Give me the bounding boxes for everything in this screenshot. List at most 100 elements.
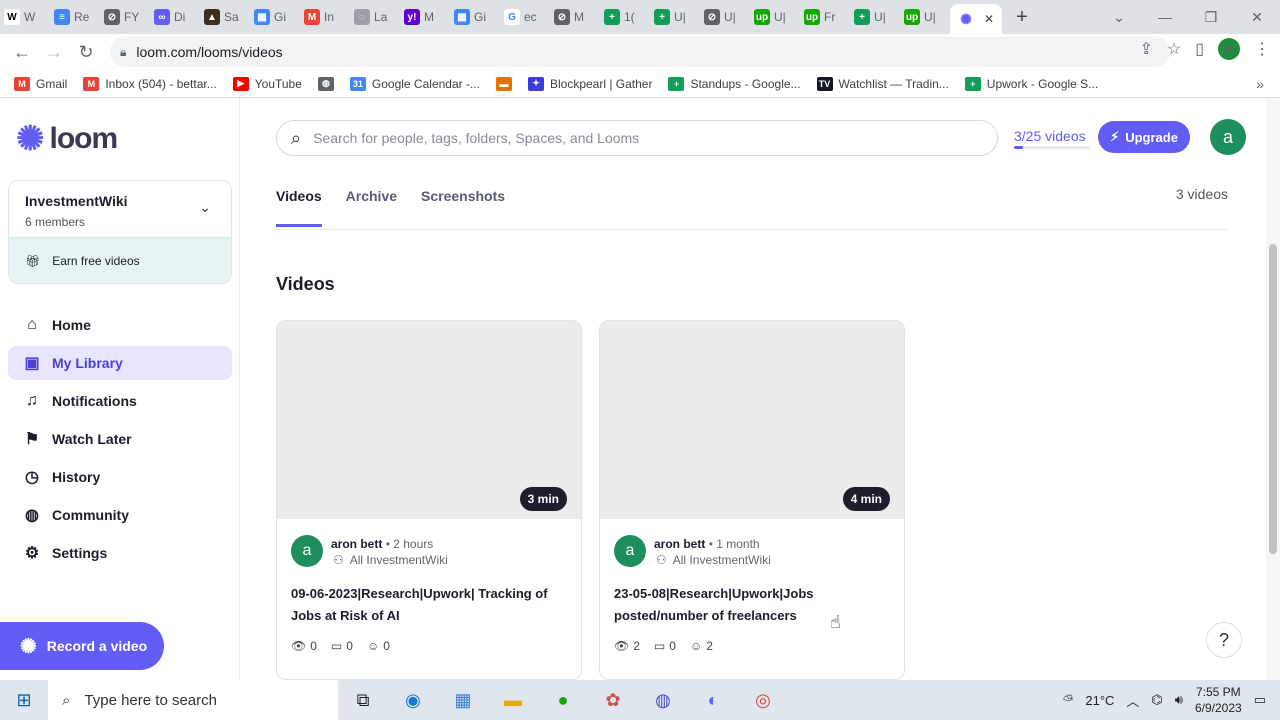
browser-tab[interactable]: up U| [750,0,800,34]
more-bookmarks-icon[interactable]: » [1256,76,1264,92]
store-icon[interactable]: ▦ [438,690,488,711]
browser-tab[interactable]: M In [300,0,350,34]
help-button[interactable]: ? [1206,622,1242,658]
search-bar[interactable]: ⌕ [276,120,998,156]
record-video-button[interactable]: ✺ Record a video [0,622,164,670]
restore-button[interactable]: ❐ [1188,9,1234,26]
browser-tab[interactable]: ∞ Di [150,0,200,34]
bookmark-item[interactable]: M Inbox (504) - bettar... [83,76,217,91]
windows-start-icon[interactable]: ⊞ [0,690,48,711]
temperature[interactable]: 21°C [1085,693,1114,708]
video-space[interactable]: ⚇ All InvestmentWiki [656,553,771,567]
scrollbar-thumb[interactable] [1269,244,1277,554]
video-space[interactable]: ⚇ All InvestmentWiki [333,553,448,567]
browser-tab[interactable]: ⊘ M [550,0,600,34]
side-panel-icon[interactable]: ▯ [1195,39,1204,59]
sidebar-item-home[interactable]: ⌂ Home [8,308,232,342]
forward-button[interactable]: → [38,42,70,63]
task-view-icon[interactable]: ⧉ [338,690,388,711]
tab-archive[interactable]: Archive [346,188,397,227]
tab-screenshots[interactable]: Screenshots [421,188,505,227]
page-scrollbar[interactable] [1266,98,1280,680]
new-tab-button[interactable]: + [1016,6,1028,29]
browser-tab[interactable]: WW [0,0,50,34]
sidebar-item-my-library[interactable]: ▣ My Library [8,346,232,380]
close-window-button[interactable]: ✕ [1234,9,1280,26]
profile-avatar[interactable]: a [1218,38,1240,60]
chevron-down-icon[interactable]: ⌄ [1096,9,1142,26]
earn-free-videos-button[interactable]: 🎁︎ Earn free videos [9,237,231,283]
reload-button[interactable]: ↻ [70,42,102,63]
app-icon-2[interactable]: ◍ [638,690,688,711]
author-name[interactable]: aron bett [331,537,382,551]
video-card[interactable]: 3 min a aron bett • 2 hours ⚇ All Investment… [276,320,582,680]
bookmark-item[interactable]: + Standups - Google... [668,76,801,91]
sidebar-item-label: History [52,469,101,485]
browser-tab[interactable]: up Fr [800,0,850,34]
url-field[interactable]: 🔒︎ loom.com/looms/videos [110,37,1170,67]
browser-tab[interactable]: ▦ Gi [450,0,500,34]
volume-icon[interactable]: 🔊︎ [1175,692,1183,708]
tab-favicon-icon: up [904,9,920,25]
browser-tab-active[interactable]: ✺ ✕ [950,4,1003,34]
video-card[interactable]: 4 min a aron bett • 1 month ⚇ All Investment… [599,320,905,680]
app-icon[interactable]: ✿ [588,690,638,711]
share-icon[interactable]: ⇪ [1139,39,1152,59]
browser-tab[interactable]: + U| [850,0,900,34]
close-tab-icon[interactable]: ✕ [984,12,994,26]
upwork-icon[interactable]: ● [538,690,588,711]
bookmark-star-icon[interactable]: ☆ [1167,39,1181,59]
browser-tab[interactable]: +1( [600,0,650,34]
sidebar-item-community[interactable]: ◍ Community [8,498,232,532]
network-icon[interactable]: ⌬ [1151,692,1162,708]
bookmark-item[interactable]: + Upwork - Google S... [964,76,1098,91]
discord-icon[interactable]: ◐ [688,690,738,711]
browser-tab[interactable]: ≡ Re [50,0,100,34]
chevron-down-icon[interactable]: ⌄ [199,199,211,216]
bookmark-item[interactable]: 31 Google Calendar -... [349,76,480,91]
edge-icon[interactable]: ◉ [388,690,438,711]
bookmark-item[interactable]: ▬ [495,76,512,91]
author-avatar[interactable]: a [291,535,323,567]
bookmark-item[interactable]: TV Watchlist — Tradin... [816,76,949,91]
author-avatar[interactable]: a [614,535,646,567]
upgrade-button[interactable]: ⚡︎ Upgrade [1098,121,1190,153]
browser-tab[interactable]: ◌ La [350,0,400,34]
bookmark-item[interactable]: ▶ YouTube [232,76,302,91]
user-avatar[interactable]: a [1210,119,1246,155]
browser-tab[interactable]: ▲ Sa [200,0,250,34]
browser-tab[interactable]: + U| [650,0,700,34]
chrome-icon[interactable]: ◎ [738,690,788,711]
weather-icon[interactable]: ⛅︎ [1063,692,1073,708]
minimize-button[interactable]: — [1142,9,1188,25]
browser-tab[interactable]: ▦ Gi [250,0,300,34]
back-button[interactable]: ← [6,42,38,63]
bookmark-item[interactable]: M Gmail [14,76,67,91]
loom-logo[interactable]: ✺ loom [16,122,118,156]
notifications-icon[interactable]: ▭ [1254,692,1266,708]
browser-tab[interactable]: y! M [400,0,450,34]
sidebar-item-history[interactable]: ◷ History [8,460,232,494]
views-count: 2 [633,639,640,653]
search-input[interactable] [313,130,914,146]
taskbar-search[interactable]: ⌕ Type here to search [48,680,338,720]
chevron-up-icon[interactable]: ︿ [1126,691,1139,710]
bookmark-item[interactable]: ◍ [317,76,334,91]
bookmark-item[interactable]: ✦ Blockpearl | Gather [527,76,652,91]
sidebar-item-watch-later[interactable]: ⚑ Watch Later [8,422,232,456]
kebab-menu-icon[interactable]: ⋮ [1254,39,1270,59]
video-title[interactable]: 23-05-08|Research|Upwork|Jobs posted/num… [614,583,894,627]
file-explorer-icon[interactable]: ▬ [488,690,538,711]
tab-videos[interactable]: Videos [276,188,322,227]
workspace-switcher[interactable]: InvestmentWiki 6 members ⌄ 🎁︎ Earn free … [8,180,232,284]
video-title[interactable]: 09-06-2023|Research|Upwork| Tracking of … [291,583,571,627]
browser-tab[interactable]: Gec [500,0,550,34]
video-quota[interactable]: 3/25 videos [1014,128,1086,144]
author-name[interactable]: aron bett [654,537,705,551]
browser-tab[interactable]: up U| [900,0,950,34]
clock[interactable]: 7:55 PM 6/9/2023 [1195,684,1242,716]
sidebar-item-notifications[interactable]: ♫ Notifications [8,384,232,418]
browser-tab[interactable]: ⊘ U| [700,0,750,34]
browser-tab[interactable]: ⊘ FY [100,0,150,34]
sidebar-item-settings[interactable]: ⚙ Settings [8,536,232,570]
